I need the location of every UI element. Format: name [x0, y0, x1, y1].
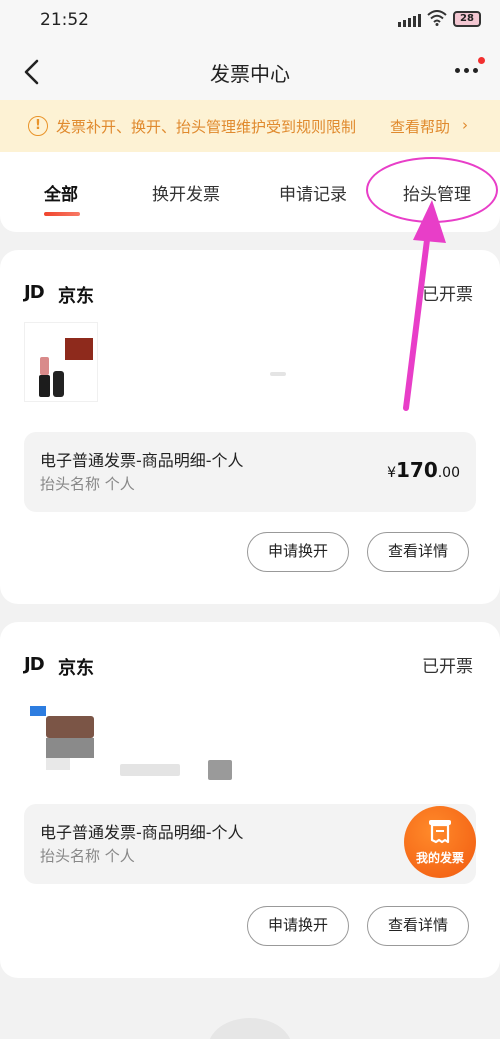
annotation-arrow [403, 200, 446, 411]
